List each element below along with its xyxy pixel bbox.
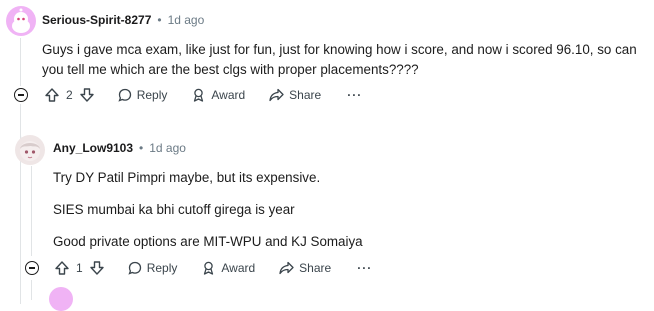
vote-count: 2 <box>66 88 73 102</box>
award-label: Award <box>211 88 246 102</box>
comment-paragraph: Try DY Patil Pimpri maybe, but its expen… <box>53 170 321 185</box>
user-avatar-icon <box>20 141 40 161</box>
avatar[interactable] <box>6 6 36 36</box>
collapse-icon[interactable] <box>25 261 39 275</box>
comment-username[interactable]: Serious-Spirit-8277 <box>42 13 151 27</box>
share-label: Share <box>289 88 322 102</box>
reply-icon <box>118 88 131 102</box>
share-icon <box>279 261 294 275</box>
share-label: Share <box>299 261 332 275</box>
reply-button[interactable]: Reply <box>118 88 168 102</box>
award-button[interactable]: Award <box>191 88 245 102</box>
comment-timestamp[interactable]: 1d ago <box>168 13 205 27</box>
avatar[interactable] <box>49 287 73 311</box>
downvote-icon <box>89 261 104 275</box>
more-icon[interactable]: ··· <box>347 88 362 102</box>
thread-line <box>31 166 32 256</box>
upvote-button[interactable] <box>45 88 59 102</box>
snoo-avatar-icon <box>12 8 30 33</box>
reply-label: Reply <box>146 261 178 275</box>
comment-body: Try DY Patil Pimpri maybe, but its expen… <box>53 168 643 252</box>
comment-paragraph: Guys i gave mca exam, like just for fun,… <box>42 42 637 77</box>
upvote-button[interactable] <box>55 261 69 275</box>
award-label: Award <box>221 261 256 275</box>
reply-button[interactable]: Reply <box>128 261 178 275</box>
comment-body: Guys i gave mca exam, like just for fun,… <box>42 40 642 80</box>
award-icon <box>194 88 204 102</box>
collapse-icon[interactable] <box>14 88 28 102</box>
downvote-button[interactable] <box>89 261 104 275</box>
share-button[interactable]: Share <box>279 261 331 275</box>
comment-timestamp[interactable]: 1d ago <box>149 141 186 155</box>
meta-separator: • <box>139 141 144 155</box>
comment-actions: 1 Reply Award Share ··· <box>25 256 372 280</box>
more-icon[interactable]: ··· <box>357 261 372 275</box>
upvote-icon <box>45 88 59 102</box>
award-icon <box>204 261 214 275</box>
downvote-button[interactable] <box>79 88 94 102</box>
comment-actions: 2 Reply Award Share ··· <box>14 83 362 107</box>
meta-separator: • <box>157 13 162 27</box>
share-icon <box>269 88 284 102</box>
award-button[interactable]: Award <box>201 261 255 275</box>
reply-label: Reply <box>136 88 168 102</box>
thread-line <box>20 38 21 86</box>
upvote-icon <box>55 261 69 275</box>
share-button[interactable]: Share <box>269 88 321 102</box>
reply-icon <box>128 261 141 275</box>
avatar[interactable] <box>15 135 45 165</box>
vote-count: 1 <box>76 261 83 275</box>
thread-line <box>31 280 32 300</box>
comment-paragraph: SIES mumbai ka bhi cutoff girega is year <box>53 202 295 217</box>
comment-username[interactable]: Any_Low9103 <box>53 141 133 155</box>
downvote-icon <box>79 88 94 102</box>
comment-paragraph: Good private options are MIT-WPU and KJ … <box>53 234 363 249</box>
